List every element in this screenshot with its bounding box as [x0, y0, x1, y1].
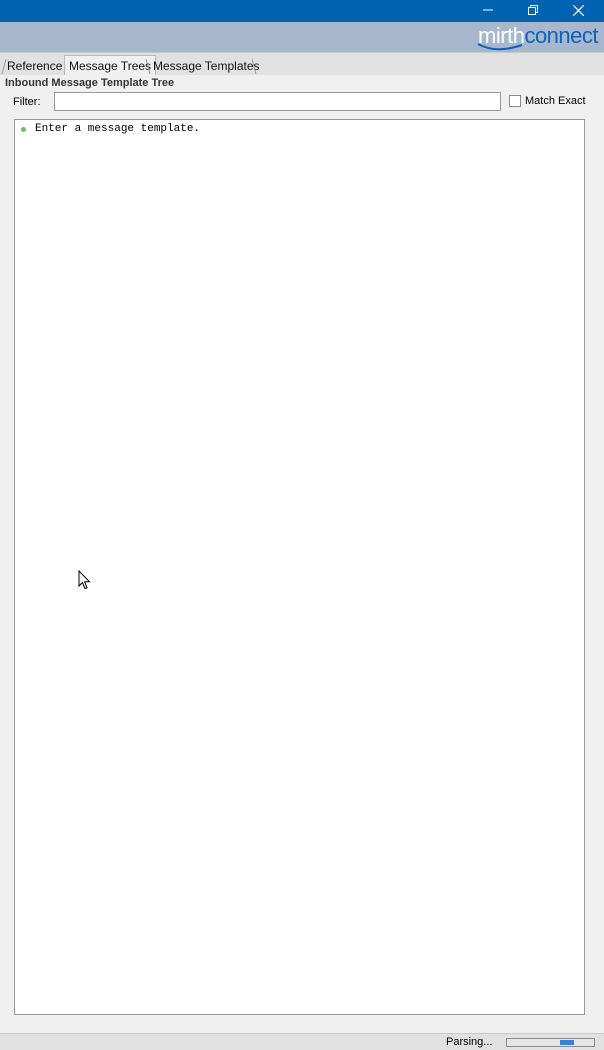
progress-indicator — [560, 1040, 574, 1045]
minimize-icon — [483, 9, 493, 11]
message-tree[interactable]: Enter a message template. — [14, 119, 585, 1015]
message-trees-panel: Inbound Message Template Tree Filter: Ma… — [0, 75, 604, 1033]
progress-bar — [506, 1038, 595, 1047]
green-dot-icon — [21, 127, 26, 132]
tab-strip: Reference Message Trees Message Template… — [0, 52, 604, 76]
restore-button[interactable] — [510, 0, 556, 22]
close-icon — [572, 5, 584, 16]
match-exact-checkbox[interactable] — [509, 95, 521, 107]
match-exact-label[interactable]: Match Exact — [525, 95, 586, 107]
tab-message-trees[interactable]: Message Trees — [64, 55, 157, 76]
tab-divider — [251, 58, 257, 75]
tree-item[interactable]: Enter a message template. — [35, 123, 200, 135]
filter-input[interactable] — [54, 92, 501, 111]
close-button[interactable] — [555, 0, 601, 22]
panel-title: Inbound Message Template Tree — [5, 77, 175, 89]
restore-icon — [528, 5, 538, 15]
status-text: Parsing... — [446, 1036, 493, 1048]
tab-message-templates[interactable]: Message Templates — [149, 57, 264, 75]
tab-reference[interactable]: Reference — [3, 57, 66, 75]
title-bar — [0, 0, 604, 22]
mouse-cursor-icon — [78, 570, 91, 590]
filter-label: Filter: — [13, 96, 41, 108]
status-bar: Parsing... — [0, 1033, 604, 1050]
minimize-button[interactable] — [465, 0, 511, 22]
logo-swoosh-icon — [477, 43, 523, 51]
